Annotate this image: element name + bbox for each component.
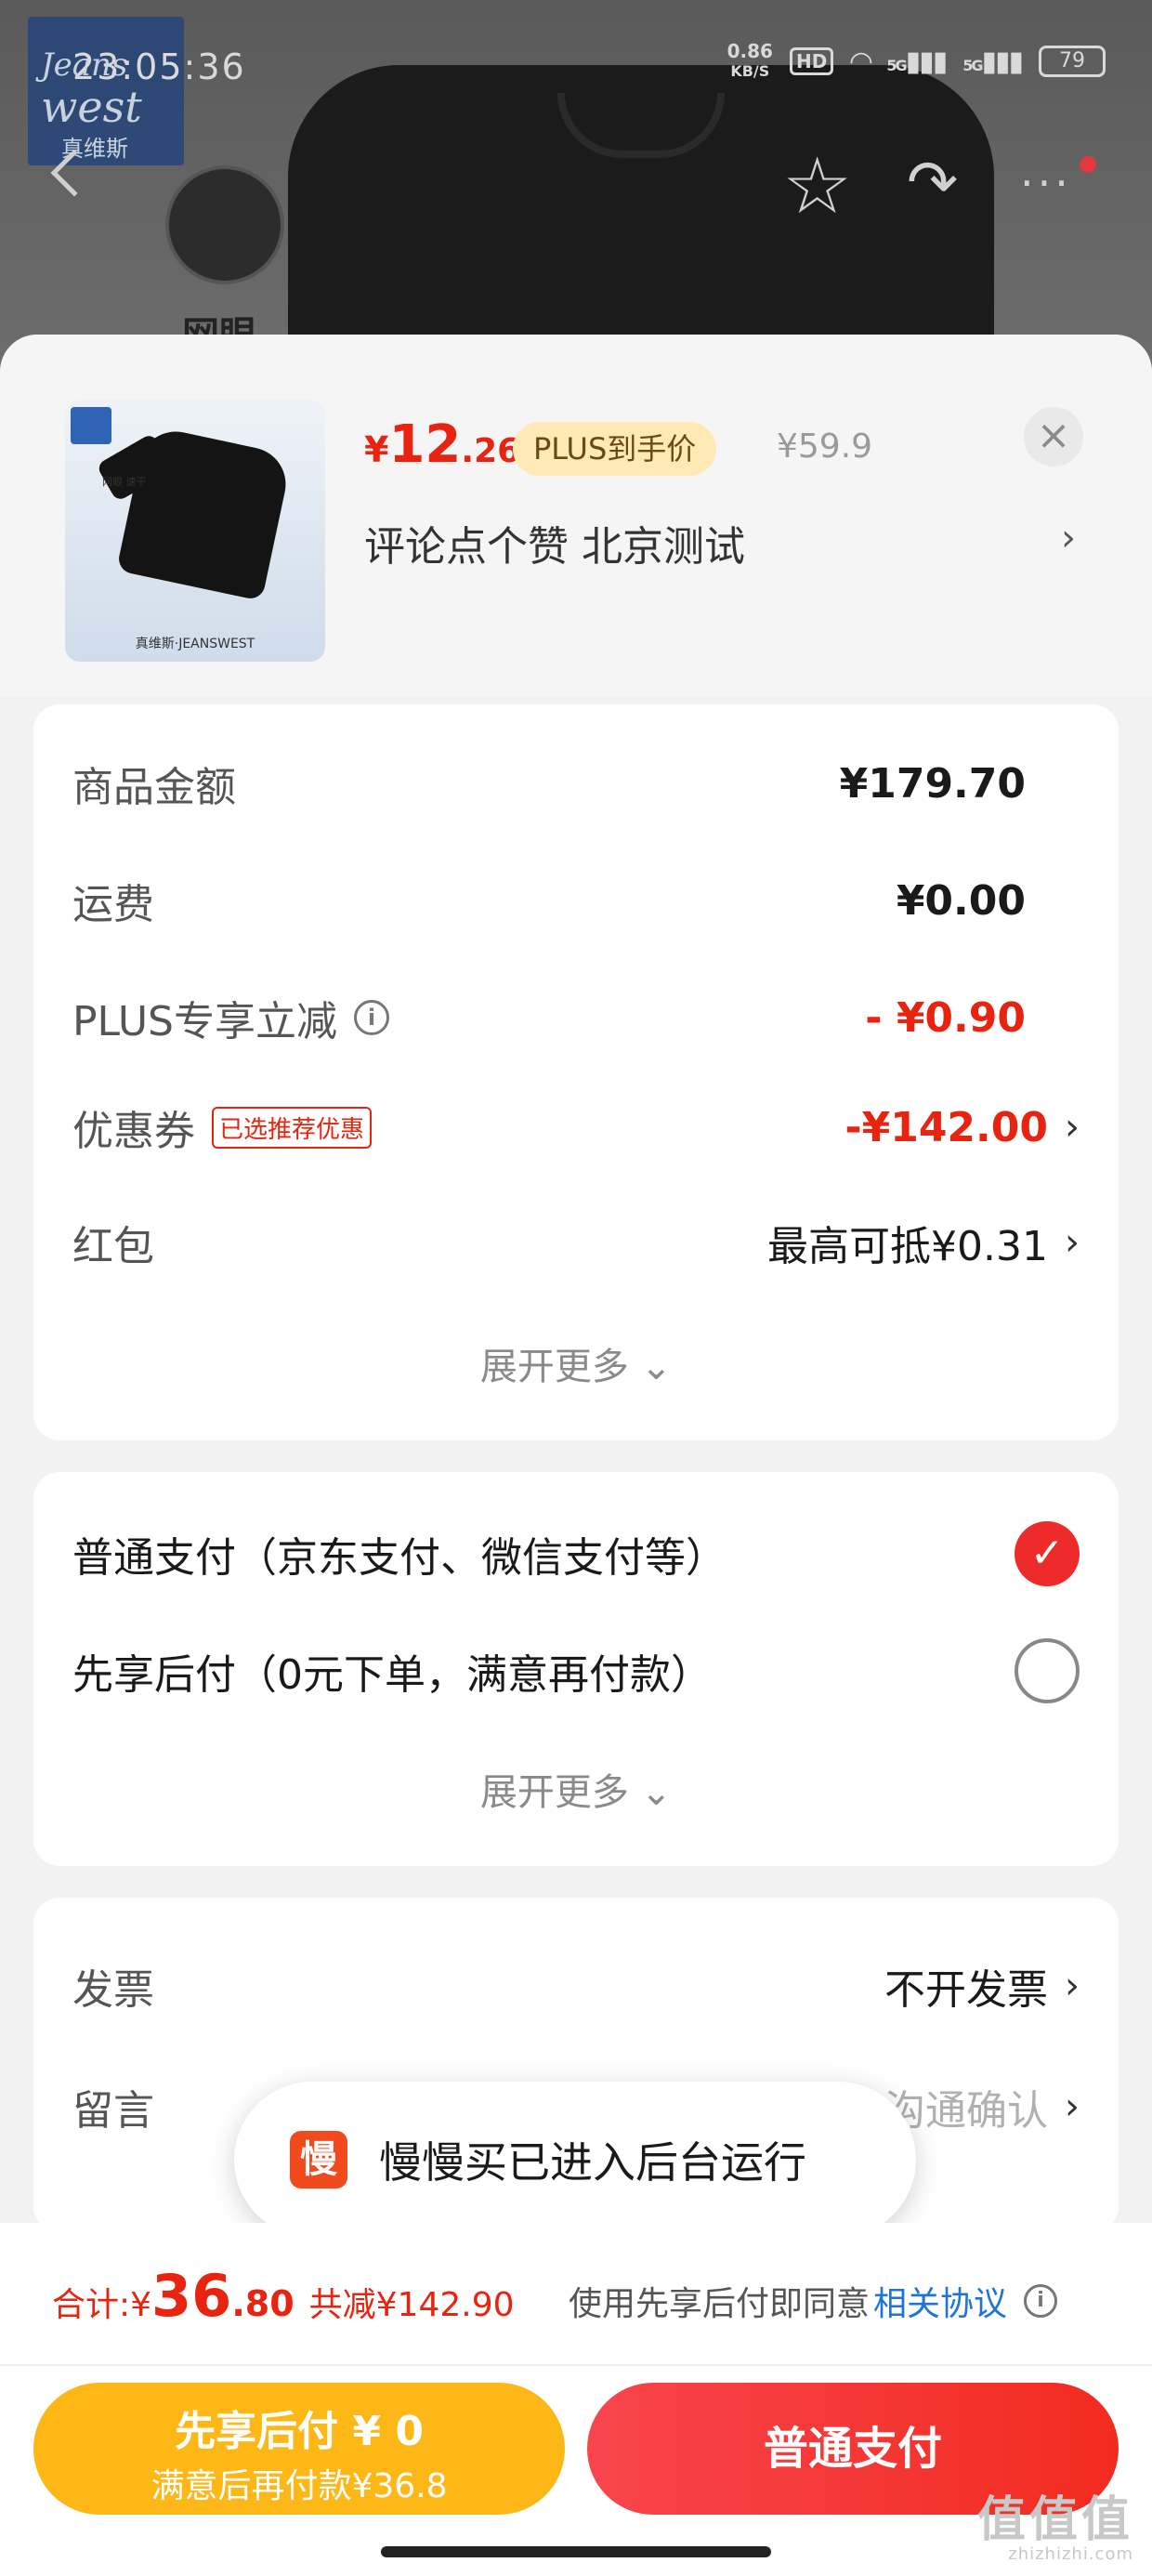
info-icon[interactable]: i	[354, 1000, 389, 1035]
pay-later-button[interactable]: 先享后付 ¥ 0 满意后再付款¥36.8	[33, 2383, 565, 2515]
current-price: ¥12.26	[364, 414, 521, 475]
expand-more-button[interactable]: 展开更多 ⌄	[33, 1762, 1119, 1816]
home-indicator[interactable]	[381, 2546, 771, 2557]
expand-more-button[interactable]: 展开更多 ⌄	[33, 1336, 1119, 1390]
row-coupon[interactable]: 优惠券 已选推荐优惠 -¥142.00 ›	[72, 1095, 1080, 1160]
row-red-packet[interactable]: 红包 最高可抵¥0.31 ›	[72, 1210, 1080, 1275]
more-icon[interactable]: ···	[1020, 158, 1072, 208]
brand-logo-small	[71, 407, 111, 444]
hd-icon: HD	[789, 47, 834, 75]
row-plus-discount: PLUS专享立减 i - ¥0.90	[72, 993, 1026, 1046]
chevron-right-icon[interactable]: ›	[1061, 517, 1076, 559]
pay-option-normal[interactable]: 普通支付（京东支付、微信支付等） ✓	[72, 1517, 1080, 1591]
share-icon[interactable]: ↷	[907, 152, 958, 214]
original-price: ¥59.9	[777, 427, 873, 466]
signal-icon-2: 5G▮▮▮	[962, 45, 1024, 78]
plus-price-badge: PLUS到手价	[513, 422, 717, 476]
wifi-icon: ◠	[850, 45, 871, 78]
status-bar-icons: 0.86 KB/S HD ◠ 5G▮▮▮ 5G▮▮▮ 79	[727, 41, 1106, 82]
price-breakdown-card: 商品金额 ¥179.70 运费 ¥0.00 PLUS专享立减 i - ¥0.90 …	[33, 704, 1119, 1440]
favorite-star-icon[interactable]: ☆	[782, 147, 852, 225]
close-button[interactable]: ×	[1024, 407, 1083, 467]
total-amount: 合计: ¥36.80 共减¥142.90	[52, 2262, 515, 2330]
product-title[interactable]: 评论点个赞 北京测试	[364, 513, 745, 572]
app-icon: 慢	[290, 2131, 347, 2188]
agreement-link[interactable]: 相关协议	[873, 2277, 1007, 2325]
feature-badge-icon	[165, 165, 284, 284]
pay-option-later[interactable]: 先享后付（0元下单，满意再付款）	[72, 1634, 1080, 1708]
row-invoice[interactable]: 发票 不开发票 ›	[72, 1953, 1080, 2018]
battery-icon: 79	[1039, 46, 1106, 77]
chevron-right-icon: ›	[1065, 1106, 1080, 1149]
agreement-text: 使用先享后付即同意 相关协议 i	[569, 2277, 1058, 2325]
divider	[0, 2364, 1152, 2366]
chevron-right-icon: ›	[1065, 1965, 1080, 2007]
status-time: 23:05:36	[72, 46, 246, 87]
coupon-tag: 已选推荐优惠	[212, 1106, 373, 1149]
row-goods-amount: 商品金额 ¥179.70	[72, 759, 1026, 812]
toast-text: 慢慢买已进入后台运行	[379, 2137, 806, 2188]
checkmark-icon[interactable]: ✓	[1015, 1521, 1080, 1586]
watermark: 值值值 zhizhizhi.com	[976, 2492, 1133, 2564]
signal-icon-1: 5G▮▮▮	[886, 45, 948, 78]
payment-method-card: 普通支付（京东支付、微信支付等） ✓ 先享后付（0元下单，满意再付款） 展开更多…	[33, 1472, 1119, 1866]
row-shipping: 运费 ¥0.00	[72, 876, 1026, 929]
background-product-page: Jeans west 真维斯 网眼 23:05:36 0.86 KB/S HD …	[0, 0, 1152, 390]
notification-dot	[1080, 156, 1096, 173]
net-speed: 0.86 KB/S	[727, 40, 773, 80]
brand-logo: Jeans west 真维斯	[28, 17, 184, 165]
chevron-right-icon: ›	[1065, 1221, 1080, 1264]
chevron-right-icon: ›	[1065, 2085, 1080, 2128]
product-thumbnail[interactable]: 网眼 速干 真维斯·JEANSWEST	[65, 400, 325, 662]
total-discount: 共减¥142.90	[308, 2286, 515, 2324]
radio-empty-icon[interactable]	[1015, 1638, 1080, 1703]
background-running-toast: 慢 慢慢买已进入后台运行	[234, 2082, 916, 2238]
sheet-header: 网眼 速干 真维斯·JEANSWEST ¥12.26 PLUS到手价 ¥59.9…	[0, 335, 1152, 697]
info-icon[interactable]: i	[1024, 2284, 1058, 2318]
